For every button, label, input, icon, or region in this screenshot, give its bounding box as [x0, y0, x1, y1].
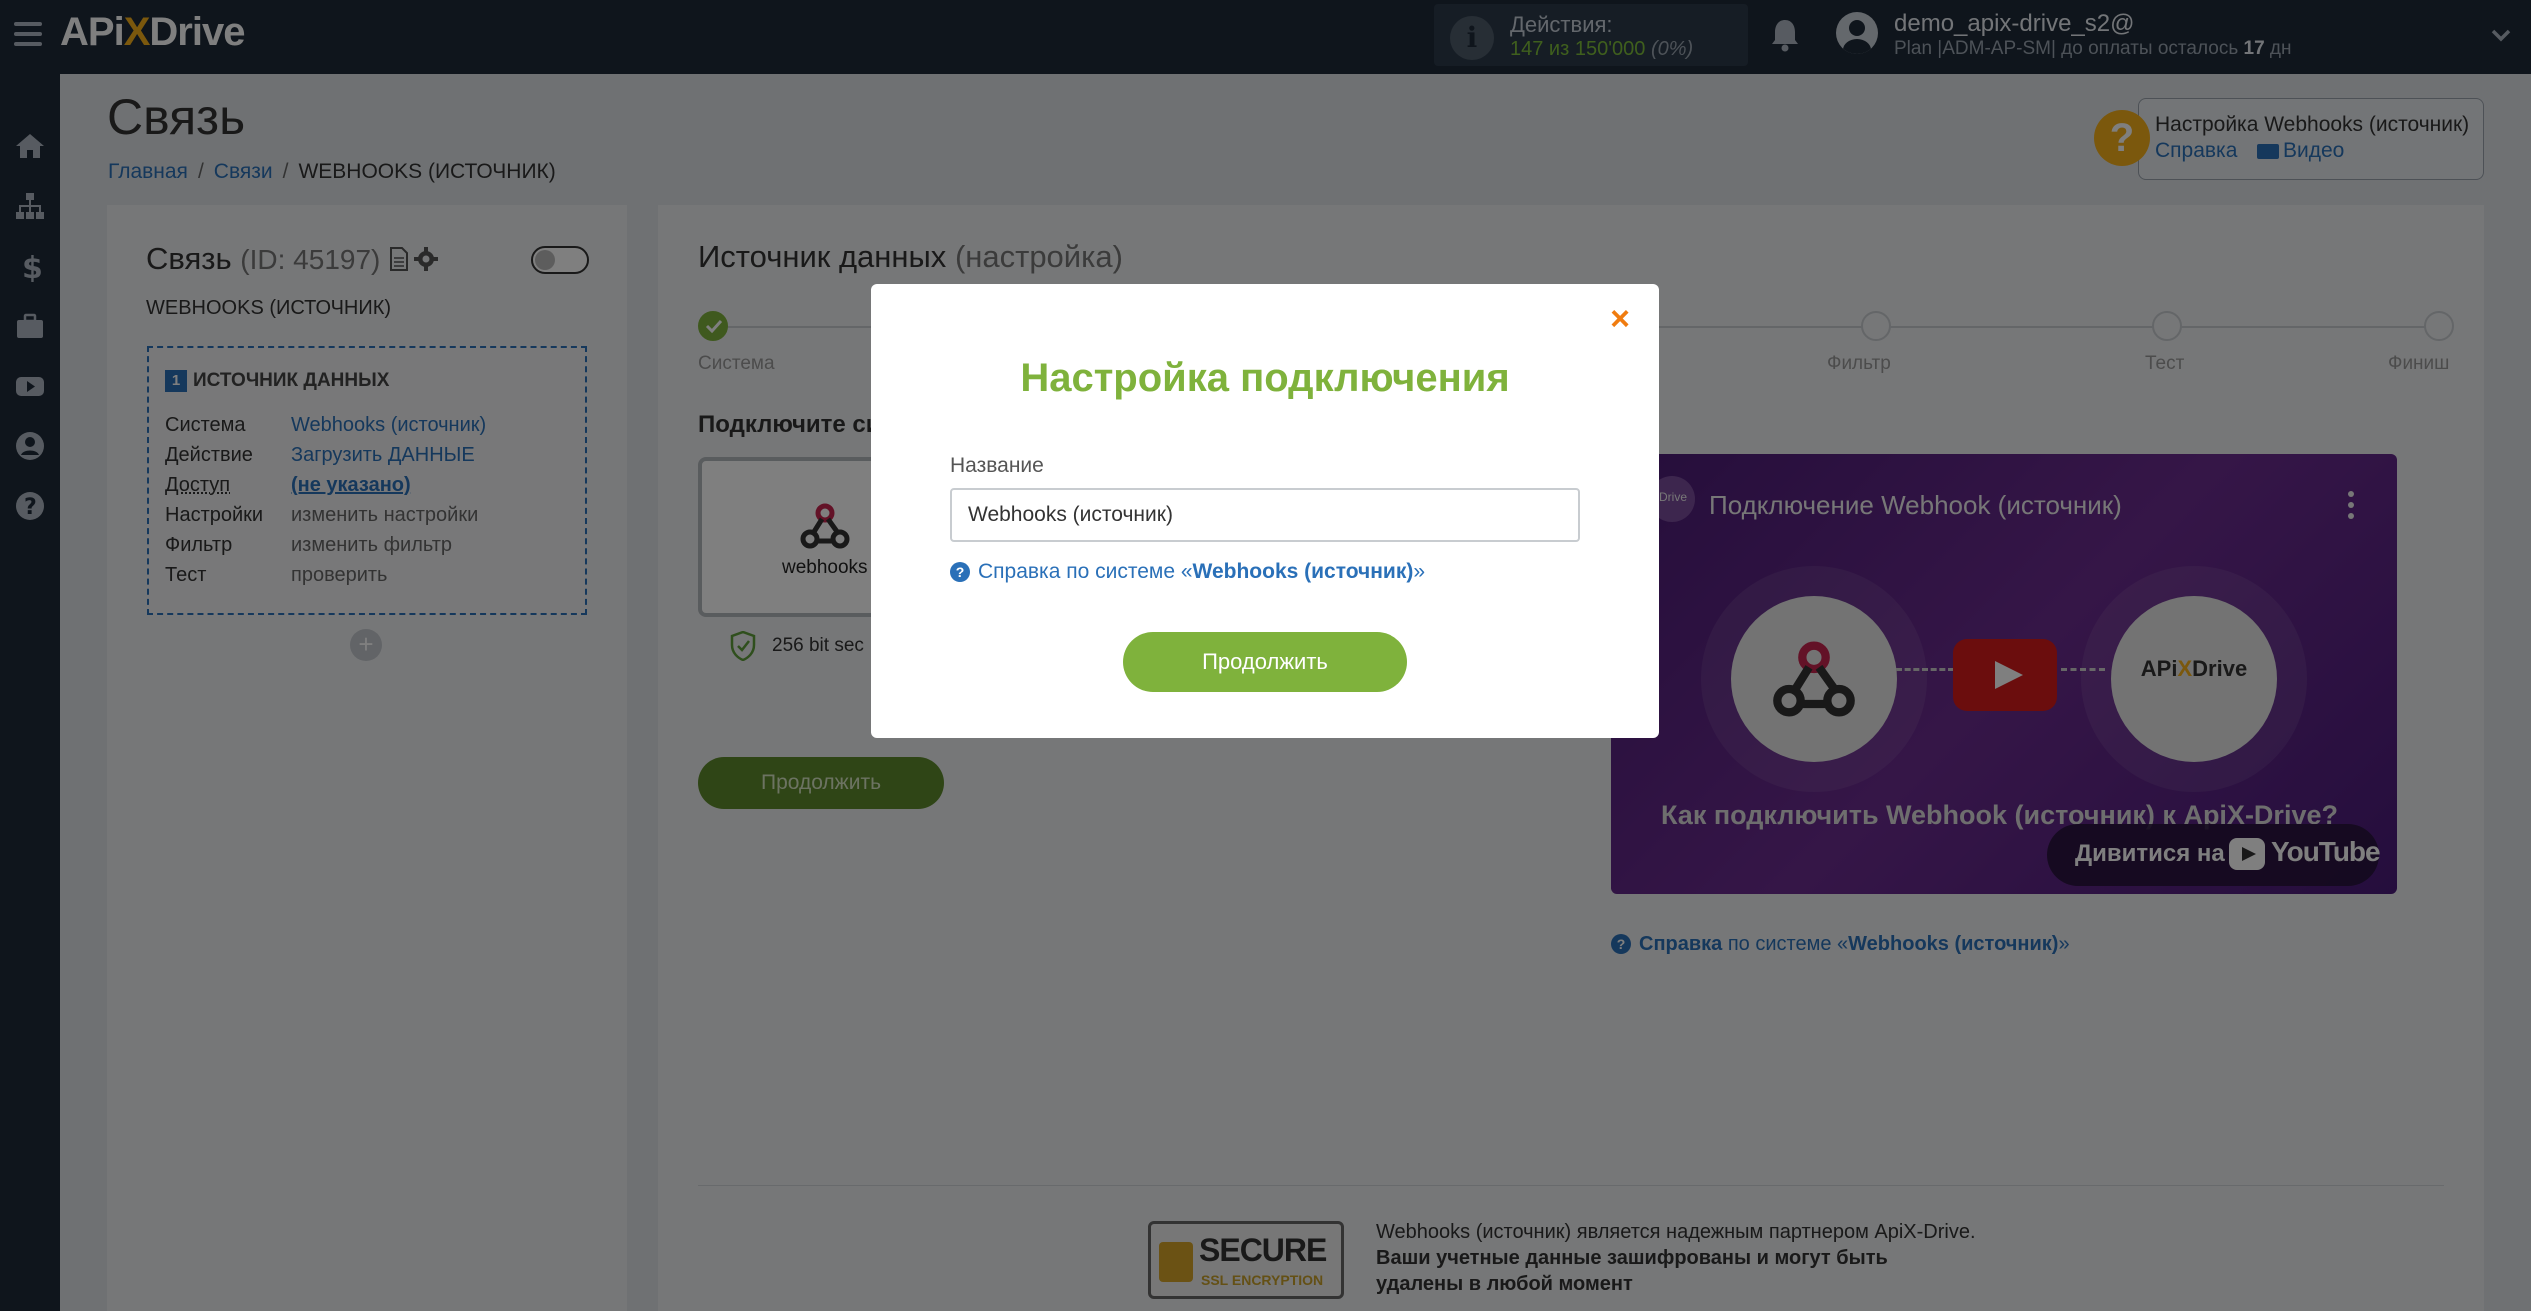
- name-field-label: Название: [950, 454, 1044, 477]
- modal-help-link[interactable]: ? Справка по системе «Webhooks (источник)…: [950, 560, 1425, 584]
- modal-continue-button[interactable]: Продолжить: [1123, 632, 1407, 692]
- modal-title: Настройка подключения: [1020, 356, 1510, 400]
- connection-settings-modal: × Настройка подключения Название ?Справк…: [871, 284, 1659, 738]
- name-input[interactable]: [950, 488, 1580, 542]
- question-icon: ?: [950, 562, 970, 582]
- close-icon[interactable]: ×: [1605, 302, 1635, 336]
